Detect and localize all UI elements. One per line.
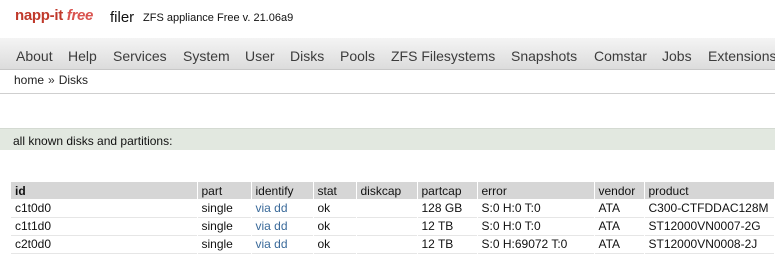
cell-part: single (197, 199, 252, 217)
brand-name: napp-it (15, 7, 63, 24)
breadcrumb-home[interactable]: home (14, 73, 44, 87)
menu-snapshots[interactable]: Snapshots (511, 48, 577, 64)
table-row: c2t0d0 single via dd ok 12 TB S:0 H:6907… (11, 235, 775, 253)
column-header-vendor[interactable]: vendor (594, 182, 645, 199)
main-menu: About Help Services System User Disks Po… (0, 38, 775, 70)
identify-link[interactable]: via dd (251, 235, 314, 253)
menu-help[interactable]: Help (68, 48, 97, 64)
cell-stat: ok (313, 235, 357, 253)
cell-product: ST12000VN0008-2J (644, 235, 775, 253)
app-header: napp-it free filer ZFS appliance Free v.… (0, 0, 775, 38)
table-row: c1t1d0 single via dd ok 12 TB S:0 H:0 T:… (11, 217, 775, 235)
cell-error: S:0 H:0 T:0 (477, 199, 595, 217)
cell-id[interactable]: c1t1d0 (11, 217, 198, 235)
column-header-product[interactable]: product (644, 182, 775, 199)
cell-product: C300-CTFDDAC128M (644, 199, 775, 217)
menu-comstar[interactable]: Comstar (594, 48, 647, 64)
disks-table: id part identify stat diskcap partcap er… (11, 182, 775, 254)
cell-partcap: 12 TB (417, 217, 478, 235)
column-header-partcap[interactable]: partcap (417, 182, 478, 199)
breadcrumb-separator: » (48, 73, 55, 87)
section-title: all known disks and partitions: (13, 134, 173, 148)
section-header: all known disks and partitions: (0, 128, 775, 150)
menu-zfs-filesystems[interactable]: ZFS Filesystems (391, 48, 495, 64)
menu-extensions[interactable]: Extensions (708, 48, 775, 64)
menu-about[interactable]: About (16, 48, 53, 64)
cell-id[interactable]: c1t0d0 (11, 199, 198, 217)
table-row: c1t0d0 single via dd ok 128 GB S:0 H:0 T… (11, 199, 775, 217)
divider (0, 93, 775, 94)
column-header-identify[interactable]: identify (251, 182, 314, 199)
cell-part: single (197, 217, 252, 235)
breadcrumb-current[interactable]: Disks (59, 73, 88, 87)
cell-error: S:0 H:69072 T:0 (477, 235, 595, 253)
cell-stat: ok (313, 199, 357, 217)
breadcrumb: home » Disks (14, 73, 88, 87)
menu-system[interactable]: System (183, 48, 230, 64)
column-header-error[interactable]: error (477, 182, 595, 199)
identify-link[interactable]: via dd (251, 199, 314, 217)
cell-vendor: ATA (594, 235, 645, 253)
menu-user[interactable]: User (245, 48, 275, 64)
menu-services[interactable]: Services (113, 48, 167, 64)
cell-diskcap (356, 217, 418, 235)
menu-pools[interactable]: Pools (340, 48, 375, 64)
menu-disks[interactable]: Disks (290, 48, 324, 64)
cell-product: ST12000VN0007-2G (644, 217, 775, 235)
cell-part: single (197, 235, 252, 253)
product-name: filer (110, 9, 135, 26)
cell-stat: ok (313, 217, 357, 235)
cell-diskcap (356, 235, 418, 253)
column-header-id[interactable]: id (11, 182, 198, 199)
column-header-stat[interactable]: stat (313, 182, 357, 199)
identify-link[interactable]: via dd (251, 217, 314, 235)
table-header-row: id part identify stat diskcap partcap er… (11, 182, 775, 199)
column-header-part[interactable]: part (197, 182, 252, 199)
menu-jobs[interactable]: Jobs (662, 48, 692, 64)
cell-diskcap (356, 199, 418, 217)
cell-vendor: ATA (594, 199, 645, 217)
cell-id[interactable]: c2t0d0 (11, 235, 198, 253)
column-header-diskcap[interactable]: diskcap (356, 182, 418, 199)
cell-partcap: 128 GB (417, 199, 478, 217)
cell-partcap: 12 TB (417, 235, 478, 253)
brand-free-label: free (66, 7, 94, 24)
cell-vendor: ATA (594, 217, 645, 235)
app-logo[interactable]: napp-it free (15, 7, 93, 24)
cell-error: S:0 H:0 T:0 (477, 217, 595, 235)
version-label: ZFS appliance Free v. 21.06a9 (143, 12, 294, 24)
